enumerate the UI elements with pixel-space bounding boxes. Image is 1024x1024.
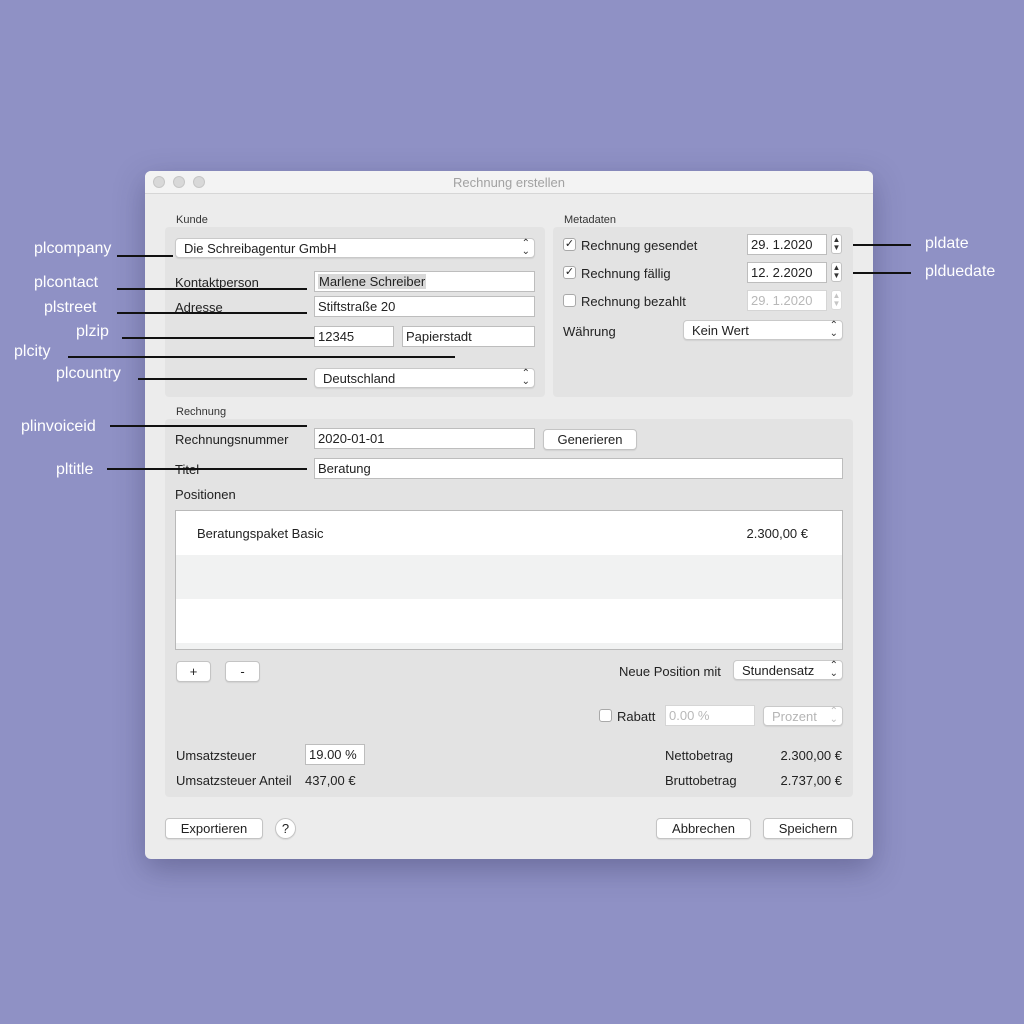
chevron-updown-icon: ⌃ ⌄ [521, 238, 530, 257]
tax-field[interactable]: 19.00 % [305, 744, 365, 765]
discount-label: Rabatt [617, 709, 656, 724]
position-price: 2.300,00 € [746, 526, 808, 541]
cancel-button[interactable]: Abbrechen [656, 818, 751, 839]
due-date-field[interactable]: 12. 2.2020 [747, 262, 827, 283]
title-bar[interactable]: Rechnung erstellen [145, 171, 873, 194]
chevron-updown-icon: ⌃ ⌄ [829, 320, 838, 339]
annotation-line-plcity [68, 356, 455, 358]
net-value: 2.300,00 € [780, 748, 842, 763]
table-row[interactable]: Beratungspaket Basic 2.300,00 € [176, 511, 842, 555]
annotation-line-plcompany [117, 255, 173, 257]
annotation-line-plinvoiceid [110, 425, 307, 427]
currency-label: Währung [563, 324, 616, 339]
annotation-plcountry: plcountry [56, 365, 121, 382]
currency-popup[interactable]: Kein Wert ⌃ ⌄ [683, 320, 843, 340]
company-value: Die Schreibagentur GmbH [184, 241, 337, 256]
currency-value: Kein Wert [692, 323, 749, 338]
paid-checkbox[interactable] [563, 294, 576, 307]
kunde-section-label: Kunde [176, 214, 208, 226]
annotation-line-plzip [122, 337, 314, 339]
invoice-number-label: Rechnungsnummer [175, 432, 289, 447]
city-field[interactable]: Papierstadt [402, 326, 535, 347]
due-label: Rechnung fällig [581, 266, 671, 281]
invoice-number-field[interactable]: 2020-01-01 [314, 428, 535, 449]
help-button[interactable]: ? [275, 818, 296, 839]
annotation-plduedate: plduedate [925, 263, 996, 280]
generate-button[interactable]: Generieren [543, 429, 637, 450]
annotation-plcontact: plcontact [34, 274, 99, 291]
new-position-label: Neue Position mit [619, 664, 721, 679]
title-field[interactable]: Beratung [314, 458, 843, 479]
paid-label: Rechnung bezahlt [581, 294, 686, 309]
annotation-plzip: plzip [76, 323, 109, 340]
chevron-updown-icon: ⌃ ⌄ [521, 368, 530, 387]
annotation-plstreet: plstreet [44, 299, 97, 316]
annotation-pltitle: pltitle [56, 461, 94, 478]
sent-label: Rechnung gesendet [581, 238, 698, 253]
discount-type-value: Prozent [772, 709, 817, 724]
country-value: Deutschland [323, 371, 396, 386]
due-date-stepper[interactable]: ▲ ▼ [831, 262, 842, 282]
tax-share-value: 437,00 € [305, 773, 356, 788]
contact-value: Marlene Schreiber [318, 274, 427, 289]
tax-share-label: Umsatzsteuer Anteil [176, 773, 292, 788]
gross-value: 2.737,00 € [780, 773, 842, 788]
net-label: Nettobetrag [665, 748, 733, 763]
annotation-line-pldate [853, 244, 911, 246]
sent-checkbox[interactable]: ✓ [563, 238, 576, 251]
chevron-updown-icon: ⌃ ⌄ [829, 706, 838, 725]
rechnung-section-label: Rechnung [176, 406, 227, 418]
chevron-updown-icon: ⌃ ⌄ [829, 660, 838, 679]
table-row[interactable] [176, 555, 842, 599]
discount-field: 0.00 % [665, 705, 755, 726]
annotation-plcompany: plcompany [34, 240, 112, 257]
paid-date-field: 29. 1.2020 [747, 290, 827, 311]
new-position-popup[interactable]: Stundensatz ⌃ ⌄ [733, 660, 843, 680]
add-position-button[interactable]: + [176, 661, 211, 682]
save-button[interactable]: Speichern [763, 818, 853, 839]
tax-label: Umsatzsteuer [176, 748, 257, 763]
sent-date-stepper[interactable]: ▲ ▼ [831, 234, 842, 254]
paid-date-stepper: ▲ ▼ [831, 290, 842, 310]
discount-type-popup: Prozent ⌃ ⌄ [763, 706, 843, 726]
zip-field[interactable]: 12345 [314, 326, 394, 347]
remove-position-button[interactable]: - [225, 661, 260, 682]
check-icon: ✓ [564, 266, 575, 278]
annotation-plcity: plcity [14, 343, 51, 360]
annotation-line-pltitle [107, 468, 307, 470]
positions-label: Positionen [175, 487, 236, 502]
street-field[interactable]: Stiftstraße 20 [314, 296, 535, 317]
check-icon: ✓ [564, 238, 575, 250]
country-popup[interactable]: Deutschland ⌃ ⌄ [314, 368, 535, 388]
sent-date-field[interactable]: 29. 1.2020 [747, 234, 827, 255]
export-button[interactable]: Exportieren [165, 818, 263, 839]
contact-field[interactable]: Marlene Schreiber [314, 271, 535, 292]
gross-label: Bruttobetrag [665, 773, 737, 788]
annotation-line-plcontact [117, 288, 307, 290]
position-name: Beratungspaket Basic [197, 526, 324, 541]
table-row-partial [176, 643, 842, 649]
annotation-line-plcountry [138, 378, 307, 380]
annotation-line-plduedate [853, 272, 911, 274]
due-checkbox[interactable]: ✓ [563, 266, 576, 279]
new-position-value: Stundensatz [742, 663, 815, 678]
invoice-window: Rechnung erstellen Kunde Die Schreibagen… [145, 171, 873, 859]
discount-checkbox[interactable] [599, 709, 612, 722]
annotation-plinvoiceid: plinvoiceid [21, 418, 96, 435]
positions-table[interactable]: Beratungspaket Basic 2.300,00 € [175, 510, 843, 650]
window-title: Rechnung erstellen [452, 175, 566, 190]
metadaten-section-label: Metadaten [564, 214, 616, 226]
company-popup[interactable]: Die Schreibagentur GmbH ⌃ ⌄ [175, 238, 535, 258]
annotation-line-plstreet [117, 312, 307, 314]
table-row[interactable] [176, 599, 842, 643]
annotation-pldate: pldate [925, 235, 969, 252]
